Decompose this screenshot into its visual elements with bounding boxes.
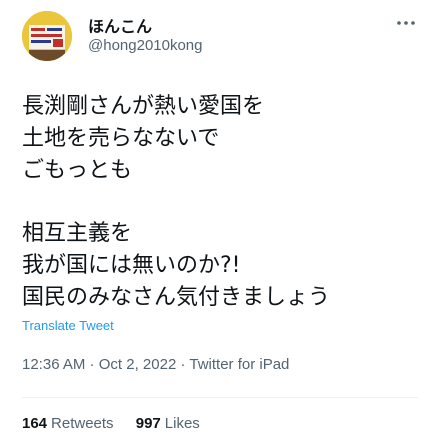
divider xyxy=(22,397,418,398)
tweet-text: 長渕剛さんが熱い愛国を 土地を売らなないで ごもっとも 相互主義を 我が国には無… xyxy=(22,91,422,314)
retweets-stat[interactable]: 164 Retweets xyxy=(22,415,114,432)
tweet-card: ほんこん @hong2010kong 長渕剛さんが熱い愛国を 土地を売らなないで… xyxy=(0,0,435,445)
likes-label: Likes xyxy=(164,415,200,432)
tweet-line: 相互主義を xyxy=(22,221,133,246)
avatar[interactable] xyxy=(22,11,72,61)
meta-separator: · xyxy=(85,356,99,373)
tweet-date[interactable]: Oct 2, 2022 xyxy=(99,356,177,373)
tweet-time[interactable]: 12:36 AM xyxy=(22,356,85,373)
tweet-source[interactable]: Twitter for iPad xyxy=(189,356,289,373)
tweet-stats: 164 Retweets 997 Likes xyxy=(22,415,218,432)
user-handle[interactable]: @hong2010kong xyxy=(88,37,203,54)
more-options-button[interactable] xyxy=(394,14,418,32)
tweet-meta: 12:36 AM · Oct 2, 2022 · Twitter for iPa… xyxy=(22,356,289,373)
likes-stat[interactable]: 997 Likes xyxy=(136,415,200,432)
tweet-line: ごもっとも xyxy=(22,158,133,183)
profile-photo-icon xyxy=(22,11,72,61)
retweets-count: 164 xyxy=(22,415,48,432)
display-name[interactable]: ほんこん xyxy=(88,13,152,37)
tweet-line: 土地を売らなないで xyxy=(22,126,220,151)
meta-separator: · xyxy=(176,356,190,373)
tweet-line: 国民のみなさん気付きましょう xyxy=(22,285,331,310)
translate-tweet-link[interactable]: Translate Tweet xyxy=(22,318,114,333)
retweets-label: Retweets xyxy=(51,415,114,432)
tweet-line: 我が国には無いのか?! xyxy=(22,253,241,278)
more-dots-icon xyxy=(397,21,415,25)
likes-count: 997 xyxy=(135,415,161,432)
tweet-line: 長渕剛さんが熱い愛国を xyxy=(22,94,265,119)
